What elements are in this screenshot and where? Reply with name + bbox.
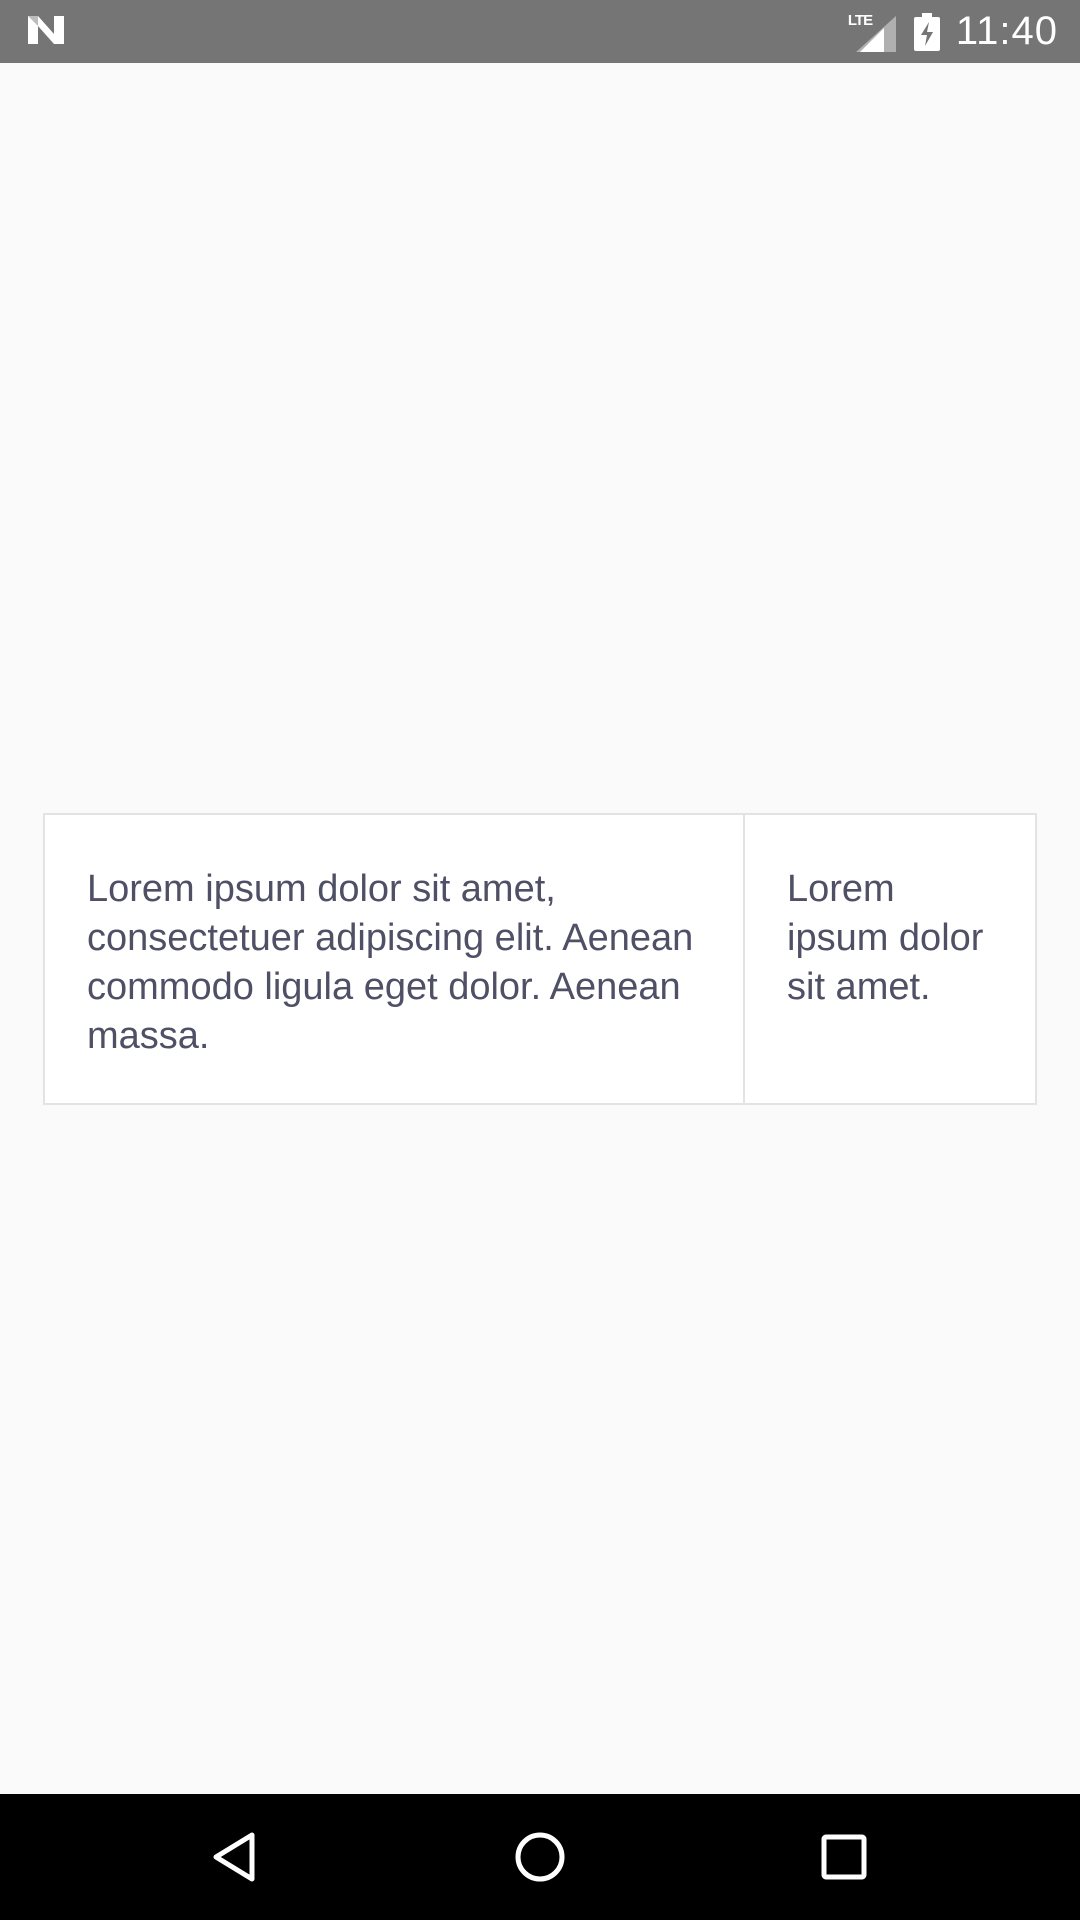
clock: 11:40 <box>955 9 1058 53</box>
table-cell: Lorem ipsum dolor sit amet. <box>787 868 984 1008</box>
home-circle-icon <box>515 1832 565 1882</box>
table-cell: Lorem ipsum dolor sit amet, consectetuer… <box>45 815 745 1103</box>
recents-square-icon <box>821 1834 867 1880</box>
back-button[interactable] <box>206 1827 266 1887</box>
data-table: Lorem ipsum dolor sit amet, consectetuer… <box>43 813 1037 1105</box>
status-icons: LTE 11:40 <box>844 0 1058 63</box>
status-bar: LTE 11:40 <box>0 0 1080 63</box>
battery-charging-icon <box>913 12 940 51</box>
n-logo-icon <box>26 12 66 48</box>
recents-button[interactable] <box>814 1827 874 1887</box>
navigation-bar <box>0 1794 1080 1920</box>
main-content: Lorem ipsum dolor sit amet, consectetuer… <box>0 63 1080 1794</box>
back-triangle-icon <box>213 1832 255 1882</box>
network-indicator: LTE <box>844 12 896 52</box>
home-button[interactable] <box>510 1827 570 1887</box>
signal-icon <box>855 15 896 52</box>
